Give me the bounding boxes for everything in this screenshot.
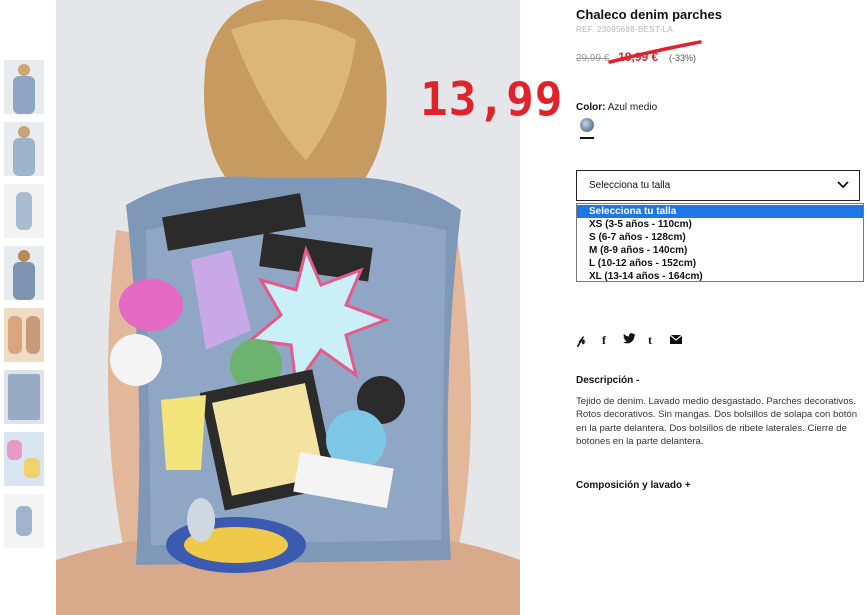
- thumbnail-3[interactable]: [4, 184, 44, 238]
- product-ref: REF. 23095688-BEST-LA: [576, 25, 674, 34]
- original-price: 29,99 €: [576, 53, 610, 64]
- size-option-m[interactable]: M (8-9 años - 140cm): [577, 244, 863, 257]
- size-option-xs[interactable]: XS (3-5 años - 110cm): [577, 218, 863, 231]
- swatch-selected-indicator: [580, 137, 594, 139]
- thumbnail-8[interactable]: [4, 494, 44, 548]
- twitter-icon[interactable]: [623, 333, 636, 348]
- tumblr-icon[interactable]: t: [648, 333, 652, 348]
- pinterest-icon[interactable]: 𝓅: [577, 333, 586, 348]
- size-option-xl[interactable]: XL (13-14 años - 164cm): [577, 270, 863, 283]
- thumbnail-2[interactable]: [4, 122, 44, 176]
- size-option-l[interactable]: L (10-12 años - 152cm): [577, 257, 863, 270]
- chevron-down-icon: [837, 181, 849, 189]
- color-swatch[interactable]: [580, 118, 594, 132]
- size-option-s[interactable]: S (6-7 años - 128cm): [577, 231, 863, 244]
- size-option-placeholder[interactable]: Selecciona tu talla: [577, 205, 863, 218]
- composition-toggle[interactable]: Composición y lavado +: [576, 480, 691, 491]
- size-dropdown: Selecciona tu talla XS (3-5 años - 110cm…: [576, 203, 864, 282]
- color-label: Color:: [576, 102, 606, 113]
- thumbnail-4[interactable]: [4, 246, 44, 300]
- mail-icon[interactable]: [669, 333, 683, 347]
- thumbnail-5[interactable]: [4, 308, 44, 362]
- handwritten-strike-mark: [608, 40, 702, 64]
- thumbnail-7[interactable]: [4, 432, 44, 486]
- thumbnail-1[interactable]: [4, 60, 44, 114]
- size-select-value: Selecciona tu talla: [589, 180, 671, 191]
- color-value: Azul medio: [607, 102, 658, 113]
- handwritten-price: 13,99: [420, 72, 564, 126]
- thumbnail-list: [4, 60, 44, 556]
- color-row: Color: Azul medio: [576, 102, 657, 113]
- product-title: Chaleco denim parches: [576, 7, 722, 22]
- description-toggle[interactable]: Descripción -: [576, 375, 639, 386]
- thumbnail-6[interactable]: [4, 370, 44, 424]
- description-text: Tejido de denim. Lavado medio desgastado…: [576, 396, 858, 448]
- size-select[interactable]: Selecciona tu talla: [576, 170, 860, 201]
- facebook-icon[interactable]: f: [602, 333, 606, 348]
